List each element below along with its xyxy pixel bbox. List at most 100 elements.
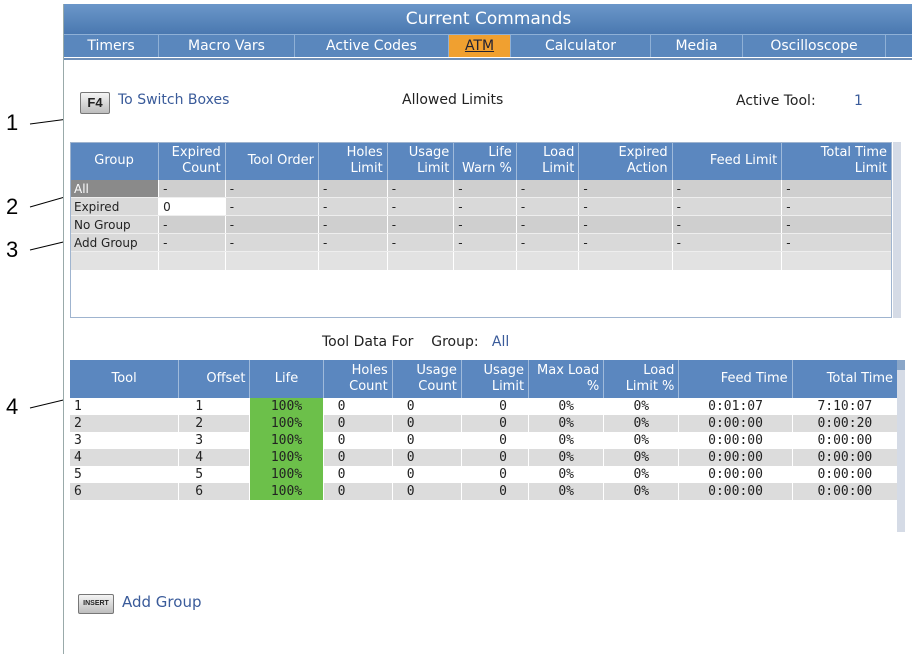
table-cell[interactable]: 3 [70,432,180,449]
life-cell[interactable]: 100% [249,449,324,466]
table-cell[interactable]: 0% [528,466,605,483]
callout-1: 1 [6,110,19,135]
table-cell[interactable]: 1 [178,398,251,415]
table-cell[interactable]: 0% [528,415,605,432]
tab-bar: Timers Macro Vars Active Codes ATM Calcu… [64,34,912,57]
table-cell[interactable]: 7:10:07 [792,398,899,415]
tab-calculator[interactable]: Calculator [511,35,651,57]
tab-active-codes[interactable]: Active Codes [295,35,449,57]
table-cell[interactable]: 0 [323,415,393,432]
switch-boxes-hint: To Switch Boxes [118,92,230,108]
tool-data-label: Tool Data For [322,334,414,350]
life-cell[interactable]: 100% [249,432,324,449]
table-cell[interactable]: 0 [323,449,393,466]
table-cell[interactable]: 6 [70,483,180,500]
table-cell[interactable]: 2 [178,415,251,432]
col-tool: Tool [70,360,180,398]
table-cell[interactable]: 0% [528,398,605,415]
tool-row[interactable]: 6 6 100% 0 0 0 0% 0% 0:00:00 0:00:00 [70,483,899,500]
table-cell[interactable]: 0 [392,432,462,449]
scrollbar-thumb[interactable] [897,360,905,370]
limits-scrollbar[interactable] [893,142,901,318]
table-cell[interactable]: 0% [603,449,680,466]
table-cell[interactable]: 0:00:00 [792,483,899,500]
table-cell[interactable]: 0 [392,415,462,432]
table-cell[interactable]: 0 [392,398,462,415]
table-cell[interactable]: 5 [70,466,180,483]
table-cell[interactable]: 0:00:20 [792,415,899,432]
life-cell[interactable]: 100% [249,415,324,432]
table-cell[interactable]: 0 [323,432,393,449]
callout-2: 2 [6,194,19,219]
life-cell[interactable]: 100% [249,466,324,483]
current-commands-window: Current Commands Timers Macro Vars Activ… [63,4,912,656]
table-cell[interactable]: 0% [528,449,605,466]
life-cell[interactable]: 100% [249,398,324,415]
tools-scrollbar[interactable] [897,360,905,532]
table-cell[interactable]: 3 [178,432,251,449]
table-cell[interactable]: 0% [603,432,680,449]
tool-row[interactable]: 3 3 100% 0 0 0 0% 0% 0:00:00 0:00:00 [70,432,899,449]
life-cell[interactable]: 100% [249,483,324,500]
table-cell[interactable]: 0:00:00 [678,466,793,483]
active-tool-label: Active Tool: [736,93,816,109]
table-cell[interactable]: 2 [70,415,180,432]
table-cell[interactable]: 0 [461,415,530,432]
tool-data-title: Tool Data For Group: All [322,334,509,350]
group-label: Group: [431,334,479,350]
tab-timers[interactable]: Timers [64,35,159,57]
table-cell[interactable]: 0 [461,398,530,415]
callout-3: 3 [6,237,19,262]
table-cell[interactable]: 4 [70,449,180,466]
table-cell[interactable]: 0% [603,483,680,500]
table-cell[interactable]: 0% [528,432,605,449]
table-cell[interactable]: 0 [461,432,530,449]
table-cell[interactable]: 0:01:07 [678,398,793,415]
table-cell[interactable]: 0 [323,466,393,483]
table-cell[interactable]: 0 [461,466,530,483]
tab-media[interactable]: Media [651,35,743,57]
table-cell[interactable]: 0:00:00 [792,449,899,466]
col-total-time: Total Time [792,360,899,398]
add-group-button[interactable]: Add Group [122,593,201,611]
tab-oscilloscope[interactable]: Oscilloscope [743,35,886,57]
allowed-limits-title: Allowed Limits [402,92,504,108]
table-cell[interactable]: 0 [461,449,530,466]
tab-macro-vars[interactable]: Macro Vars [159,35,295,57]
table-cell[interactable]: 4 [178,449,251,466]
table-cell[interactable]: 0 [323,398,393,415]
tool-row[interactable]: 1 1 100% 0 0 0 0% 0% 0:01:07 7:10:07 [70,398,899,415]
table-cell[interactable]: 0:00:00 [792,466,899,483]
table-cell[interactable]: 0 [323,483,393,500]
tool-row[interactable]: 5 5 100% 0 0 0 0% 0% 0:00:00 0:00:00 [70,466,899,483]
table-cell[interactable]: 0 [461,483,530,500]
table-cell[interactable]: 0 [392,449,462,466]
col-offset: Offset [178,360,251,398]
window-title: Current Commands [64,4,912,34]
table-cell[interactable]: 0:00:00 [678,432,793,449]
table-cell[interactable]: 0% [603,415,680,432]
tool-row[interactable]: 2 2 100% 0 0 0 0% 0% 0:00:00 0:00:20 [70,415,899,432]
table-cell[interactable]: 0 [392,466,462,483]
insert-key-icon[interactable]: INSERT [78,594,114,614]
table-cell[interactable]: 0% [603,398,680,415]
table-cell[interactable]: 0 [392,483,462,500]
col-feed-time: Feed Time [678,360,793,398]
table-cell[interactable]: 0% [603,466,680,483]
tools-header-row: Tool Offset Life Holes Count Usage Count… [70,360,899,398]
col-holes-count: Holes Count [323,360,393,398]
col-max-load: Max Load % [528,360,605,398]
tool-row[interactable]: 4 4 100% 0 0 0 0% 0% 0:00:00 0:00:00 [70,449,899,466]
table-cell[interactable]: 5 [178,466,251,483]
table-cell[interactable]: 1 [70,398,180,415]
atm-panel: F4 To Switch Boxes Allowed Limits Active… [64,58,912,656]
table-cell[interactable]: 0:00:00 [678,415,793,432]
tab-atm[interactable]: ATM [449,35,511,57]
table-cell[interactable]: 0:00:00 [792,432,899,449]
table-cell[interactable]: 6 [178,483,251,500]
table-cell[interactable]: 0% [528,483,605,500]
col-life: Life [249,360,324,398]
col-usage-count: Usage Count [392,360,462,398]
table-cell[interactable]: 0:00:00 [678,483,793,500]
table-cell[interactable]: 0:00:00 [678,449,793,466]
